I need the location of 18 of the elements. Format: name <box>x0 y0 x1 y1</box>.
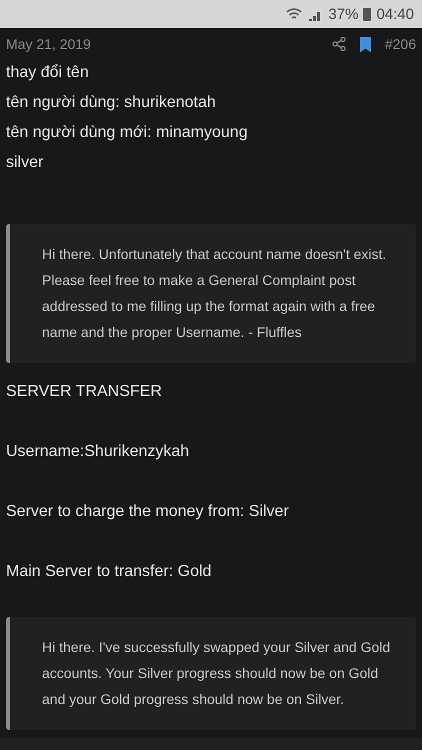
post-text-line: Server to charge the money from: Silver <box>6 502 290 522</box>
quote-block: Hi there. I've successfully swapped your Silver and Gold accounts. Your Silver progress should now be on Gold and your Gold progress should now be on Silver. <box>6 617 416 730</box>
post-text-line: Main Server to transfer: Gold <box>6 562 212 582</box>
post-text-line: tên người dùng: shurikenotah <box>6 93 217 113</box>
wifi-icon <box>286 7 302 21</box>
bookmark-icon[interactable] <box>360 36 371 52</box>
post-text-line: SERVER TRANSFER <box>6 382 163 402</box>
post-text-line: thay đổi tên <box>6 63 90 83</box>
battery-icon <box>363 7 372 21</box>
post-date: May 21, 2019 <box>6 36 92 52</box>
battery-percent: 37% <box>328 6 358 22</box>
post-text-line: silver <box>6 153 44 173</box>
quote-block: Hi there. Unfortunately that account name doesn't exist. Please feel free to make a General Complaint post addressed to me filling up the format again with a free name and the proper Username. - Fluffles <box>6 224 416 363</box>
post-text-line: Username:Shurikenzykah <box>6 442 190 462</box>
clock-time: 04:40 <box>376 6 414 22</box>
post-number-link[interactable]: #206 <box>384 36 416 52</box>
post-text-line: tên người dùng mới: minamyoung <box>6 123 249 143</box>
share-icon[interactable] <box>332 37 346 51</box>
